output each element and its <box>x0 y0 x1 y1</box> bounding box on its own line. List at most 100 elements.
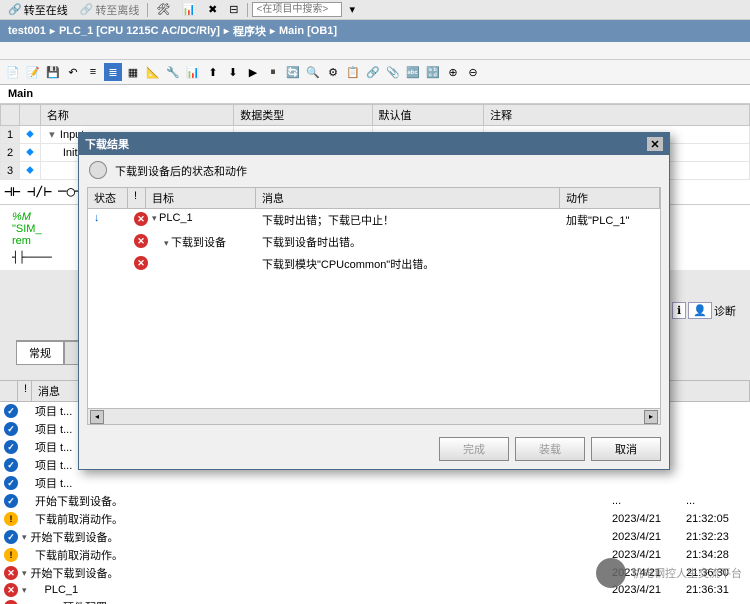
chevron-down-icon[interactable]: ▾ <box>47 131 57 141</box>
diag-icon-button[interactable]: 👤 <box>688 302 712 319</box>
tb-btn-11[interactable]: ⬆ <box>204 63 222 81</box>
contact-nc-icon[interactable]: ⊣∕⊢ <box>27 184 52 200</box>
crumb-project[interactable]: test001 <box>8 25 46 37</box>
col-ioicon <box>20 105 41 126</box>
horizontal-scrollbar[interactable]: ◂ ▸ <box>88 408 660 424</box>
chevron-right-icon: ▸ <box>50 26 55 37</box>
row-target: 下载到设备 <box>171 237 226 249</box>
dialog-button-row: 完成 装载 取消 <box>79 429 669 469</box>
tb-btn-20[interactable]: 📎 <box>384 63 402 81</box>
dialog-title: 下载结果 <box>85 136 129 152</box>
log-date: 2023/4/21 <box>612 513 682 525</box>
link-icon: 🔗 <box>8 3 22 16</box>
log-time: 21:32:23 <box>686 531 746 543</box>
scroll-left-icon[interactable]: ◂ <box>90 410 104 424</box>
close-icon[interactable]: ✕ <box>647 137 663 151</box>
load-button[interactable]: 装载 <box>515 437 585 461</box>
tb-btn-18[interactable]: 📋 <box>344 63 362 81</box>
right-diag-pane: ℹ 👤 诊断 <box>670 300 750 321</box>
log-row[interactable]: !下载前取消动作。2023/4/2121:32:05 <box>0 510 750 528</box>
row-message: 下载到模块"CPUcommon"时出错。 <box>256 255 560 273</box>
warn-icon: ! <box>4 512 18 526</box>
col-name[interactable]: 名称 <box>40 105 233 126</box>
diag-label[interactable]: 诊断 <box>714 303 736 319</box>
tb-btn-7[interactable]: ▦ <box>124 63 142 81</box>
tb-btn-4[interactable]: ↶ <box>64 63 82 81</box>
log-time: ... <box>686 495 746 507</box>
tb-btn-5[interactable]: ≡ <box>84 63 102 81</box>
tb-btn-9[interactable]: 🔧 <box>164 63 182 81</box>
tb-btn-3[interactable]: 💾 <box>44 63 62 81</box>
chevron-down-icon[interactable]: ▾ <box>152 213 159 223</box>
search-dropdown-icon[interactable]: ▾ <box>346 2 360 17</box>
crumb-plc[interactable]: PLC_1 [CPU 1215C AC/DC/Rly] <box>59 25 220 37</box>
chevron-down-icon[interactable]: ▾ <box>22 568 27 579</box>
io-icon: ⬥ <box>26 146 34 158</box>
tb-btn-24[interactable]: ⊖ <box>464 63 482 81</box>
tb-btn-15[interactable]: 🔄 <box>284 63 302 81</box>
log-msg: 下载前取消动作。 <box>35 547 608 563</box>
tb-btn-16[interactable]: 🔍 <box>304 63 322 81</box>
watermark: 机电钢控人生交流平台 <box>596 558 742 588</box>
log-msg: 开始下载到设备。 <box>31 565 608 581</box>
toolbar-icon-4[interactable]: ⊟ <box>225 2 242 17</box>
tb-btn-1[interactable]: 📄 <box>4 63 22 81</box>
tb-btn-23[interactable]: ⊕ <box>444 63 462 81</box>
row-action: 加载"PLC_1" <box>560 211 660 229</box>
tb-btn-10[interactable]: 📊 <box>184 63 202 81</box>
log-date: 2023/4/21 <box>612 531 682 543</box>
tb-btn-19[interactable]: 🔗 <box>364 63 382 81</box>
col-action[interactable]: 动作 <box>560 188 660 208</box>
tb-btn-12[interactable]: ⬇ <box>224 63 242 81</box>
dialog-row[interactable]: ✕▾ 下载到设备下载到设备时出错。 <box>88 231 660 253</box>
log-row[interactable]: ✓▾开始下载到设备。2023/4/2121:32:23 <box>0 528 750 546</box>
err-icon: ✕ <box>4 566 18 580</box>
toolbar-icon-1[interactable]: 🛠 <box>152 2 174 17</box>
chevron-down-icon[interactable]: ▾ <box>22 585 27 596</box>
finish-button[interactable]: 完成 <box>439 437 509 461</box>
dialog-grid-body[interactable]: ↓✕▾ PLC_1下载时出错；下载已中止！加载"PLC_1"✕▾ 下载到设备下载… <box>88 209 660 408</box>
project-search-input[interactable] <box>252 2 342 17</box>
col-def[interactable]: 默认值 <box>372 105 484 126</box>
toolbar-icon-3[interactable]: ✖ <box>204 2 221 17</box>
go-offline-button[interactable]: 🔗转至离线 <box>76 1 144 19</box>
col-comment[interactable]: 注释 <box>484 105 750 126</box>
dialog-titlebar[interactable]: 下载结果 ✕ <box>79 133 669 155</box>
tb-btn-14[interactable]: ⏸ <box>264 63 282 81</box>
col-status[interactable]: 状态 <box>88 188 128 208</box>
chevron-down-icon[interactable]: ▾ <box>164 238 171 248</box>
go-online-button[interactable]: 🔗转至在线 <box>4 1 72 19</box>
tb-btn-17[interactable]: ⚙ <box>324 63 342 81</box>
tb-btn-2[interactable]: 📝 <box>24 63 42 81</box>
ok-icon: ✓ <box>4 440 18 454</box>
log-row[interactable]: ✓开始下载到设备。...... <box>0 492 750 510</box>
cancel-button[interactable]: 取消 <box>591 437 661 461</box>
tb-btn-8[interactable]: 📐 <box>144 63 162 81</box>
dialog-row[interactable]: ↓✕▾ PLC_1下载时出错；下载已中止！加载"PLC_1" <box>88 209 660 231</box>
col-target[interactable]: 目标 <box>146 188 256 208</box>
col-dtype[interactable]: 数据类型 <box>234 105 372 126</box>
log-row[interactable]: ✕ 硬件配置 <box>0 598 750 604</box>
tb-btn-21[interactable]: 🔤 <box>404 63 422 81</box>
log-msg: 硬件配置 <box>35 599 608 604</box>
info-icon-button[interactable]: ℹ <box>672 302 686 319</box>
tb-btn-22[interactable]: 🔡 <box>424 63 442 81</box>
tb-btn-13[interactable]: ▶ <box>244 63 262 81</box>
crumb-blocks[interactable]: 程序块 <box>233 23 266 39</box>
chevron-right-icon: ▸ <box>270 26 275 37</box>
dialog-row[interactable]: ✕下载到模块"CPUcommon"时出错。 <box>88 253 660 275</box>
toolbar-icon-2[interactable]: 📊 <box>178 2 200 17</box>
ok-icon: ✓ <box>4 530 18 544</box>
log-row[interactable]: ✓项目 t... <box>0 474 750 492</box>
download-icon: ↓ <box>94 212 100 224</box>
chevron-down-icon[interactable]: ▾ <box>22 532 27 543</box>
col-message[interactable]: 消息 <box>256 188 560 208</box>
chevron-right-icon: ▸ <box>224 26 229 37</box>
err-icon: ✕ <box>4 600 18 604</box>
scroll-right-icon[interactable]: ▸ <box>644 410 658 424</box>
tb-btn-6[interactable]: ≣ <box>104 63 122 81</box>
contact-no-icon[interactable]: ⊣⊢ <box>4 184 21 200</box>
unlink-icon: 🔗 <box>80 3 94 16</box>
tab-general[interactable]: 常规 <box>16 341 64 365</box>
crumb-main[interactable]: Main [OB1] <box>279 25 337 37</box>
